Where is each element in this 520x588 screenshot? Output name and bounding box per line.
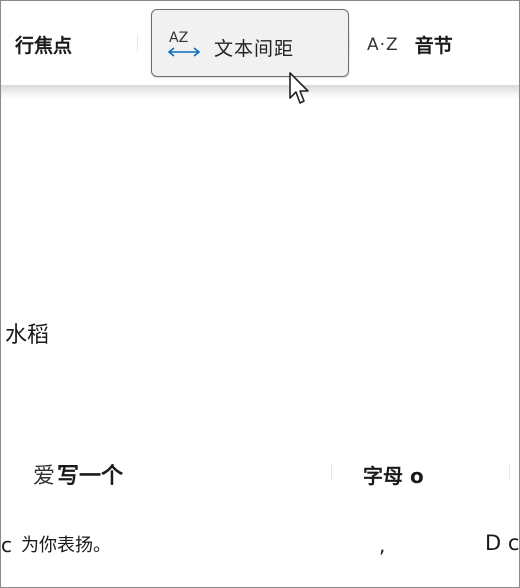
toolbar-shadow <box>1 85 519 99</box>
immersive-reader-window: 行焦点 AZ 文本间距 A·Z 音节 水稻 爱 写一个 字母 o c 为你表扬。… <box>0 0 520 588</box>
content-text-fragment: D c <box>485 531 520 555</box>
toolbar: 行焦点 AZ 文本间距 A·Z 音节 <box>1 1 519 85</box>
content-text-fragment: c <box>1 533 12 557</box>
content-divider <box>331 465 332 479</box>
syllables-label: 音节 <box>414 35 453 57</box>
content-text-fragment: 为你表扬。 <box>21 535 111 556</box>
toolbar-divider <box>137 35 138 51</box>
svg-text:AZ: AZ <box>169 30 188 46</box>
text-spacing-icon: AZ <box>167 30 201 57</box>
content-text-fragment: 写一个 <box>57 464 124 489</box>
line-focus-button[interactable]: 行焦点 <box>15 31 72 58</box>
content-text-fragment: , <box>379 533 386 557</box>
syllables-icon: A·Z <box>367 34 399 55</box>
line-focus-label: 行焦点 <box>15 35 73 57</box>
content-divider <box>509 465 510 479</box>
text-spacing-label: 文本间距 <box>214 38 295 60</box>
text-spacing-button[interactable]: AZ 文本间距 <box>151 9 349 77</box>
content-word: 水稻 <box>5 323 50 348</box>
mouse-pointer-icon <box>289 72 309 104</box>
content-text-fragment: 字母 o <box>363 464 424 488</box>
toolbar-divider <box>349 35 350 51</box>
syllables-button[interactable]: A·Z 音节 <box>367 31 453 58</box>
content-text-fragment: 爱 <box>33 464 56 489</box>
